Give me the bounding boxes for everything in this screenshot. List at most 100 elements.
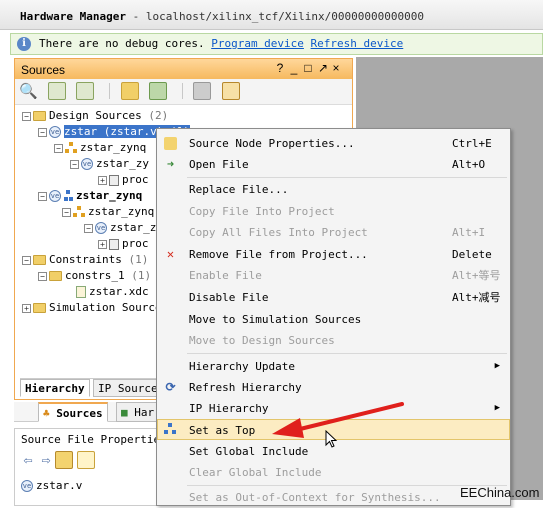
menu-label: Move to Design Sources	[189, 334, 335, 347]
menu-copy-all-files-into-project[interactable]: Copy All Files Into Project Alt+I	[157, 222, 510, 243]
tree-label: Constraints	[49, 253, 122, 266]
tree-count: (1)	[131, 269, 152, 282]
folder-icon	[33, 255, 46, 265]
remove-x-icon: ✕	[166, 247, 175, 261]
tree-label: proc	[122, 237, 149, 250]
tree-constrs-1[interactable]: − constrs_1 (1)	[38, 268, 151, 284]
tab-hierarchy[interactable]: Hierarchy	[20, 379, 90, 397]
menu-enable-file[interactable]: Enable File Alt+等号	[157, 265, 510, 286]
help-button[interactable]: ?	[276, 61, 290, 75]
expand-toggle[interactable]: +	[98, 239, 107, 249]
collapse-toggle[interactable]: −	[54, 143, 63, 153]
forward-arrow-icon[interactable]: ⇨	[37, 451, 55, 469]
back-arrow-icon[interactable]: ⇦	[19, 451, 37, 469]
collapse-toggle[interactable]: −	[70, 159, 79, 169]
expand-toggle[interactable]: +	[22, 303, 31, 313]
close-button[interactable]: ×	[332, 61, 346, 75]
menu-refresh-hierarchy[interactable]: ⟳ Refresh Hierarchy	[157, 377, 510, 398]
menu-shortcut: Alt+减号	[452, 291, 501, 304]
tree-simulation-sources[interactable]: + Simulation Source	[22, 300, 162, 316]
tree-label: Simulation Source	[49, 301, 162, 314]
pointer-icon[interactable]	[77, 451, 95, 469]
menu-clear-global-include[interactable]: Clear Global Include	[157, 462, 510, 483]
menu-disable-file[interactable]: Disable File Alt+减号	[157, 287, 510, 308]
menu-label: Set as Top	[189, 424, 256, 437]
window-path: - localhost/xilinx_tcf/Xilinx/0000000000…	[125, 10, 424, 23]
hardware-tab-icon: ■	[121, 406, 128, 419]
menu-separator	[187, 485, 507, 486]
tab-sources[interactable]: ♣ Sources	[38, 402, 108, 422]
tree-proc-1[interactable]: + proc	[98, 172, 149, 188]
program-device-link[interactable]: Program device	[211, 37, 304, 50]
menu-label: Clear Global Include	[189, 466, 322, 479]
arrow-shaft	[294, 402, 404, 432]
red-annotation-arrow-icon	[272, 402, 404, 438]
menu-set-out-of-context[interactable]: Set as Out-of-Context for Synthesis...	[157, 487, 510, 508]
verilog-top-icon: ve	[49, 126, 61, 138]
document-icon[interactable]	[193, 82, 212, 100]
mouse-cursor-icon	[325, 430, 338, 448]
props-toolbar: ⇦ ⇨	[19, 451, 99, 473]
expand-toggle[interactable]: +	[98, 175, 107, 185]
tree-zstar-zynq-1[interactable]: − zstar_zynq	[54, 140, 146, 156]
menu-copy-file-into-project[interactable]: Copy File Into Project	[157, 201, 510, 222]
menu-hierarchy-update[interactable]: Hierarchy Update ▶	[157, 356, 510, 377]
sync-icon[interactable]	[55, 451, 73, 469]
menu-source-node-properties[interactable]: Source Node Properties... Ctrl+E	[157, 133, 510, 154]
cursor-shape	[325, 430, 338, 448]
menu-label: Replace File...	[189, 183, 289, 196]
props-title: Source File Properties	[21, 433, 167, 446]
minimize-button[interactable]: _	[290, 61, 304, 75]
float-button[interactable]: ↗	[318, 61, 332, 75]
menu-open-file[interactable]: ➜ Open File Alt+O	[157, 154, 510, 175]
menu-remove-file[interactable]: ✕ Remove File from Project... Delete	[157, 244, 510, 265]
tree-zstar-zy-2[interactable]: − ve zstar_zy	[84, 220, 163, 236]
search-icon[interactable]: 🔍	[19, 82, 38, 100]
set-as-top-icon	[164, 423, 177, 436]
info-message: There are no debug cores.	[39, 37, 205, 50]
window-title: Hardware Manager	[20, 10, 126, 23]
panel-window-buttons: ?_□↗×	[276, 61, 346, 75]
menu-replace-file[interactable]: Replace File...	[157, 179, 510, 200]
tree-constraints[interactable]: − Constraints (1)	[22, 252, 148, 268]
toolbar-separator	[181, 83, 183, 99]
add-sources-icon[interactable]	[149, 82, 168, 100]
tree-label: zstar_zynq	[80, 141, 147, 154]
tree-proc-2[interactable]: + proc	[98, 236, 149, 252]
menu-label: Move to Simulation Sources	[189, 313, 362, 326]
properties-icon	[164, 137, 177, 150]
menu-label: Set Global Include	[189, 445, 309, 458]
collapse-all-icon[interactable]	[47, 82, 66, 100]
tree-zstar-zynq-2[interactable]: − zstar_zynq	[62, 204, 154, 220]
open-folder-icon[interactable]	[120, 82, 139, 100]
menu-label: Copy All Files Into Project	[189, 226, 368, 239]
maximize-button[interactable]: □	[304, 61, 318, 75]
info-icon: i	[17, 37, 31, 51]
collapse-toggle[interactable]: −	[22, 255, 31, 265]
menu-label: Hierarchy Update	[189, 360, 295, 373]
collapse-toggle[interactable]: −	[38, 127, 47, 137]
tree-count: (2)	[148, 109, 169, 122]
ip-core-icon	[109, 238, 119, 250]
menu-move-to-simulation-sources[interactable]: Move to Simulation Sources	[157, 309, 510, 330]
sources-panel-title: Sources	[21, 63, 66, 77]
collapse-toggle[interactable]: −	[38, 191, 47, 201]
collapse-toggle[interactable]: −	[84, 223, 93, 233]
tab-hardware[interactable]: ■ Har	[116, 402, 160, 422]
expand-all-icon[interactable]	[76, 82, 95, 100]
collapse-toggle[interactable]: −	[38, 271, 47, 281]
menu-move-to-design-sources[interactable]: Move to Design Sources	[157, 330, 510, 351]
collapse-toggle[interactable]: −	[62, 207, 71, 217]
collapse-toggle[interactable]: −	[22, 111, 31, 121]
tree-xdc-file[interactable]: zstar.xdc	[76, 284, 149, 300]
menu-label: IP Hierarchy	[189, 402, 269, 415]
tree-zstar-zynq-wrapper[interactable]: − ve zstar_zynq	[38, 188, 142, 204]
menu-label: Enable File	[189, 269, 262, 282]
menu-separator	[187, 353, 507, 354]
menu-label: Remove File from Project...	[189, 248, 368, 261]
block-design-icon	[73, 206, 85, 218]
compile-order-icon[interactable]	[222, 82, 240, 100]
tree-design-sources[interactable]: − Design Sources (2)	[22, 108, 168, 124]
tree-zstar-zy-1[interactable]: − ve zstar_zy	[70, 156, 149, 172]
refresh-device-link[interactable]: Refresh device	[311, 37, 404, 50]
